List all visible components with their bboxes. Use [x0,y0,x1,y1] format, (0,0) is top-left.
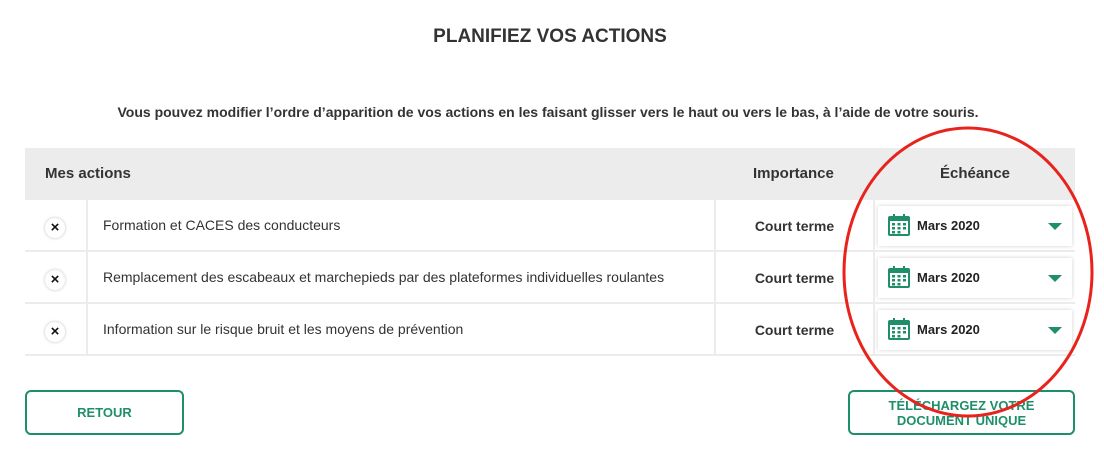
action-label: Formation et CACES des conducteurs [103,217,341,233]
importance-value: Court terme [754,218,835,234]
download-button-line2: DOCUMENT UNIQUE [896,413,1027,428]
instructions-text: Vous pouvez modifier l’ordre d’apparitio… [117,104,979,120]
calendar-icon [888,214,910,236]
date-select[interactable]: Mars 2020 [878,258,1072,298]
delete-cell: × [25,200,86,250]
header-actions: Mes actions [45,165,131,182]
date-value: Mars 2020 [917,218,980,233]
importance-value: Court terme [754,270,835,286]
chevron-down-icon[interactable] [1048,327,1062,334]
close-icon[interactable]: × [45,218,65,238]
importance-cell: Court terme [716,304,873,354]
calendar-icon [888,266,910,288]
action-label-cell: Remplacement des escabeaux et marchepied… [88,252,714,302]
date-select[interactable]: Mars 2020 [878,206,1072,246]
chevron-down-icon[interactable] [1048,223,1062,230]
close-icon[interactable]: × [45,322,65,342]
date-select[interactable]: Mars 2020 [878,310,1072,350]
action-label: Information sur le risque bruit et les m… [103,321,464,337]
action-label-cell: Formation et CACES des conducteurs [88,200,714,250]
table-row[interactable]: × Remplacement des escabeaux et marchepi… [25,252,1075,302]
page-title: PLANIFIEZ VOS ACTIONS [433,26,667,47]
actions-table: Mes actions Importance Échéance × Format… [25,148,1075,356]
calendar-icon [888,318,910,340]
action-label-cell: Information sur le risque bruit et les m… [88,304,714,354]
table-row[interactable]: × Formation et CACES des conducteurs Cou… [25,200,1075,250]
importance-cell: Court terme [716,252,873,302]
echeance-cell: Mars 2020 [875,252,1075,302]
header-echeance: Échéance [939,165,1011,182]
echeance-cell: Mars 2020 [875,304,1075,354]
date-value: Mars 2020 [917,322,980,337]
download-button-line1: TÉLÉCHARGEZ VOTRE [888,398,1035,413]
table-header: Mes actions Importance Échéance [25,148,1075,198]
delete-cell: × [25,304,86,354]
action-label: Remplacement des escabeaux et marchepied… [103,269,665,285]
importance-cell: Court terme [716,200,873,250]
back-button[interactable]: RETOUR [25,390,184,435]
table-row[interactable]: × Information sur le risque bruit et les… [25,304,1075,354]
date-value: Mars 2020 [917,270,980,285]
importance-value: Court terme [754,322,835,338]
delete-cell: × [25,252,86,302]
page: PLANIFIEZ VOS ACTIONS Vous pouvez modifi… [0,0,1104,466]
chevron-down-icon[interactable] [1048,275,1062,282]
close-icon[interactable]: × [45,270,65,290]
header-importance: Importance [753,165,834,182]
download-document-button[interactable]: TÉLÉCHARGEZ VOTRE DOCUMENT UNIQUE [848,390,1075,435]
echeance-cell: Mars 2020 [875,200,1075,250]
